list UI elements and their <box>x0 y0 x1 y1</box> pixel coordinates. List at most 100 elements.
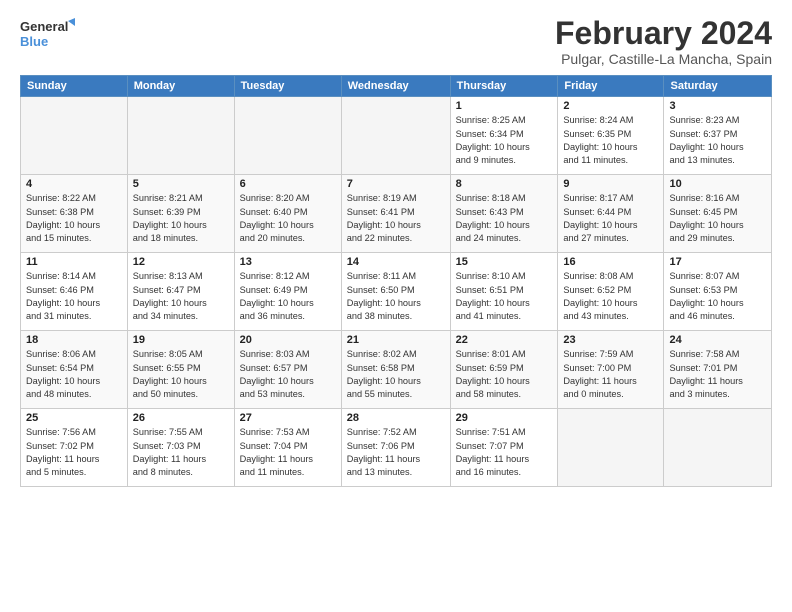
svg-text:Blue: Blue <box>20 34 48 49</box>
calendar-cell: 27 Sunrise: 7:53 AMSunset: 7:04 PMDayligh… <box>234 409 341 487</box>
day-number: 10 <box>669 178 766 190</box>
day-info: Sunrise: 8:14 AMSunset: 6:46 PMDaylight:… <box>26 270 122 323</box>
calendar-cell: 8 Sunrise: 8:18 AMSunset: 6:43 PMDaylight… <box>450 175 558 253</box>
calendar-cell: 26Sunrise: 7:55 AMSunset: 7:03 PMDayligh… <box>127 409 234 487</box>
calendar-cell <box>21 97 128 175</box>
calendar-cell: 15Sunrise: 8:10 AMSunset: 6:51 PMDayligh… <box>450 253 558 331</box>
svg-text:General: General <box>20 19 68 34</box>
day-info: Sunrise: 8:07 AMSunset: 6:53 PMDaylight:… <box>669 270 766 323</box>
day-number: 16 <box>563 256 658 268</box>
calendar-cell: 2 Sunrise: 8:24 AMSunset: 6:35 PMDaylight… <box>558 97 664 175</box>
day-info: Sunrise: 8:16 AMSunset: 6:45 PMDaylight:… <box>669 192 766 245</box>
calendar-cell: 29 Sunrise: 7:51 AMSunset: 7:07 PMDayligh… <box>450 409 558 487</box>
day-number: 17 <box>669 256 766 268</box>
calendar-cell: 19 Sunrise: 8:05 AMSunset: 6:55 PMDayligh… <box>127 331 234 409</box>
day-number: 20 <box>240 334 336 346</box>
day-number: 19 <box>133 334 229 346</box>
day-info: Sunrise: 8:13 AMSunset: 6:47 PMDaylight:… <box>133 270 229 323</box>
day-number: 22 <box>456 334 553 346</box>
calendar-body: 1 Sunrise: 8:25 AMSunset: 6:34 PMDaylight… <box>21 97 772 487</box>
calendar-cell: 22 Sunrise: 8:01 AMSunset: 6:59 PMDayligh… <box>450 331 558 409</box>
day-number: 3 <box>669 100 766 112</box>
weekday-header-saturday: Saturday <box>664 76 772 97</box>
calendar-cell <box>127 97 234 175</box>
day-number: 23 <box>563 334 658 346</box>
day-info: Sunrise: 8:24 AMSunset: 6:35 PMDaylight:… <box>563 114 658 167</box>
calendar-cell: 5 Sunrise: 8:21 AMSunset: 6:39 PMDaylight… <box>127 175 234 253</box>
day-info: Sunrise: 8:18 AMSunset: 6:43 PMDaylight:… <box>456 192 553 245</box>
day-number: 18 <box>26 334 122 346</box>
calendar-cell: 16 Sunrise: 8:08 AMSunset: 6:52 PMDayligh… <box>558 253 664 331</box>
day-number: 2 <box>563 100 658 112</box>
day-number: 24 <box>669 334 766 346</box>
calendar-cell <box>664 409 772 487</box>
calendar-cell: 11 Sunrise: 8:14 AMSunset: 6:46 PMDayligh… <box>21 253 128 331</box>
calendar-cell: 9Sunrise: 8:17 AMSunset: 6:44 PMDaylight… <box>558 175 664 253</box>
calendar-cell: 13 Sunrise: 8:12 AMSunset: 6:49 PMDayligh… <box>234 253 341 331</box>
calendar: SundayMondayTuesdayWednesdayThursdayFrid… <box>20 75 772 487</box>
day-info: Sunrise: 8:23 AMSunset: 6:37 PMDaylight:… <box>669 114 766 167</box>
calendar-cell: 7 Sunrise: 8:19 AMSunset: 6:41 PMDaylight… <box>341 175 450 253</box>
day-info: Sunrise: 8:17 AMSunset: 6:44 PMDaylight:… <box>563 192 658 245</box>
calendar-cell: 14Sunrise: 8:11 AMSunset: 6:50 PMDayligh… <box>341 253 450 331</box>
day-number: 13 <box>240 256 336 268</box>
day-number: 25 <box>26 412 122 424</box>
calendar-cell: 21Sunrise: 8:02 AMSunset: 6:58 PMDayligh… <box>341 331 450 409</box>
day-info: Sunrise: 7:58 AMSunset: 7:01 PMDaylight:… <box>669 348 766 401</box>
day-info: Sunrise: 8:22 AMSunset: 6:38 PMDaylight:… <box>26 192 122 245</box>
calendar-cell: 18 Sunrise: 8:06 AMSunset: 6:54 PMDayligh… <box>21 331 128 409</box>
calendar-week-2: 4Sunrise: 8:22 AMSunset: 6:38 PMDaylight… <box>21 175 772 253</box>
calendar-cell <box>234 97 341 175</box>
calendar-cell: 6 Sunrise: 8:20 AMSunset: 6:40 PMDaylight… <box>234 175 341 253</box>
calendar-cell: 17 Sunrise: 8:07 AMSunset: 6:53 PMDayligh… <box>664 253 772 331</box>
calendar-cell: 25 Sunrise: 7:56 AMSunset: 7:02 PMDayligh… <box>21 409 128 487</box>
calendar-cell: 24 Sunrise: 7:58 AMSunset: 7:01 PMDayligh… <box>664 331 772 409</box>
header: General Blue February 2024 Pulgar, Casti… <box>20 16 772 67</box>
weekday-header-monday: Monday <box>127 76 234 97</box>
day-info: Sunrise: 8:19 AMSunset: 6:41 PMDaylight:… <box>347 192 445 245</box>
day-info: Sunrise: 7:56 AMSunset: 7:02 PMDaylight:… <box>26 426 122 479</box>
calendar-cell: 3 Sunrise: 8:23 AMSunset: 6:37 PMDaylight… <box>664 97 772 175</box>
day-number: 6 <box>240 178 336 190</box>
day-number: 11 <box>26 256 122 268</box>
day-number: 8 <box>456 178 553 190</box>
day-info: Sunrise: 8:01 AMSunset: 6:59 PMDaylight:… <box>456 348 553 401</box>
day-info: Sunrise: 8:21 AMSunset: 6:39 PMDaylight:… <box>133 192 229 245</box>
day-number: 29 <box>456 412 553 424</box>
calendar-cell <box>558 409 664 487</box>
day-number: 7 <box>347 178 445 190</box>
calendar-cell: 20 Sunrise: 8:03 AMSunset: 6:57 PMDayligh… <box>234 331 341 409</box>
day-number: 5 <box>133 178 229 190</box>
day-info: Sunrise: 8:20 AMSunset: 6:40 PMDaylight:… <box>240 192 336 245</box>
weekday-header-tuesday: Tuesday <box>234 76 341 97</box>
day-info: Sunrise: 8:10 AMSunset: 6:51 PMDaylight:… <box>456 270 553 323</box>
weekday-header-friday: Friday <box>558 76 664 97</box>
calendar-cell: 12Sunrise: 8:13 AMSunset: 6:47 PMDayligh… <box>127 253 234 331</box>
day-info: Sunrise: 8:08 AMSunset: 6:52 PMDaylight:… <box>563 270 658 323</box>
calendar-cell: 1 Sunrise: 8:25 AMSunset: 6:34 PMDaylight… <box>450 97 558 175</box>
day-info: Sunrise: 8:05 AMSunset: 6:55 PMDaylight:… <box>133 348 229 401</box>
day-info: Sunrise: 7:59 AMSunset: 7:00 PMDaylight:… <box>563 348 658 401</box>
title-block: February 2024 Pulgar, Castille-La Mancha… <box>555 16 772 67</box>
day-info: Sunrise: 7:53 AMSunset: 7:04 PMDaylight:… <box>240 426 336 479</box>
day-info: Sunrise: 8:25 AMSunset: 6:34 PMDaylight:… <box>456 114 553 167</box>
calendar-cell: 23 Sunrise: 7:59 AMSunset: 7:00 PMDayligh… <box>558 331 664 409</box>
day-info: Sunrise: 8:02 AMSunset: 6:58 PMDaylight:… <box>347 348 445 401</box>
day-info: Sunrise: 7:51 AMSunset: 7:07 PMDaylight:… <box>456 426 553 479</box>
weekday-header-sunday: Sunday <box>21 76 128 97</box>
day-number: 14 <box>347 256 445 268</box>
calendar-cell <box>341 97 450 175</box>
calendar-week-3: 11 Sunrise: 8:14 AMSunset: 6:46 PMDayligh… <box>21 253 772 331</box>
day-info: Sunrise: 8:03 AMSunset: 6:57 PMDaylight:… <box>240 348 336 401</box>
day-info: Sunrise: 8:06 AMSunset: 6:54 PMDaylight:… <box>26 348 122 401</box>
day-number: 26 <box>133 412 229 424</box>
day-number: 27 <box>240 412 336 424</box>
day-number: 1 <box>456 100 553 112</box>
calendar-week-1: 1 Sunrise: 8:25 AMSunset: 6:34 PMDaylight… <box>21 97 772 175</box>
logo-svg: General Blue <box>20 16 75 54</box>
page: General Blue February 2024 Pulgar, Casti… <box>0 0 792 612</box>
calendar-cell: 28Sunrise: 7:52 AMSunset: 7:06 PMDayligh… <box>341 409 450 487</box>
location: Pulgar, Castille-La Mancha, Spain <box>555 51 772 67</box>
day-info: Sunrise: 8:12 AMSunset: 6:49 PMDaylight:… <box>240 270 336 323</box>
calendar-cell: 4Sunrise: 8:22 AMSunset: 6:38 PMDaylight… <box>21 175 128 253</box>
